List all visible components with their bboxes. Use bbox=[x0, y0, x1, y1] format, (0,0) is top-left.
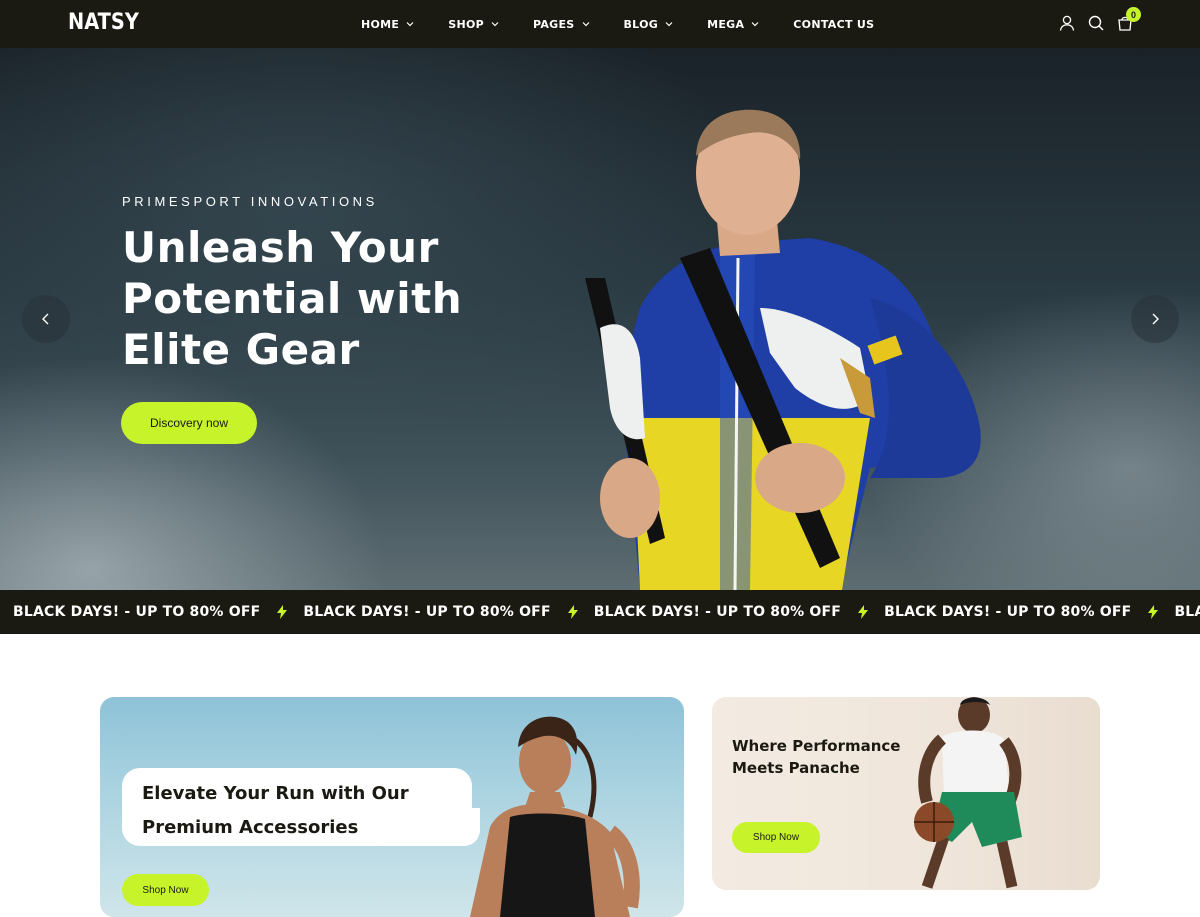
promo-ticker: BLACK DAYS! - UP TO 80% OFF BLACK DAYS! … bbox=[0, 590, 1200, 634]
nav-item-mega[interactable]: MEGA bbox=[707, 18, 760, 31]
nav-item-label: MEGA bbox=[707, 17, 745, 31]
nav-item-label: BLOG bbox=[623, 17, 659, 31]
site-header: NATSY HOME SHOP PAGES BLOG MEGA CONTACT … bbox=[0, 0, 1200, 48]
lightning-bolt-icon bbox=[277, 605, 288, 619]
chevron-right-icon bbox=[1152, 313, 1159, 325]
nav-item-pages[interactable]: PAGES bbox=[533, 18, 591, 31]
shop-now-button[interactable]: Shop Now bbox=[122, 874, 209, 906]
ticker-item: BLACK DAYS! - UP TO 80% OFF bbox=[871, 604, 1161, 620]
nav-item-home[interactable]: HOME bbox=[361, 18, 415, 31]
promo-title: Where Performance Meets Panache bbox=[732, 737, 901, 777]
nav-item-contact[interactable]: CONTACT US bbox=[793, 18, 874, 31]
nav-item-label: SHOP bbox=[448, 17, 484, 31]
site-logo[interactable]: NATSY bbox=[68, 10, 139, 35]
lightning-bolt-icon bbox=[858, 605, 869, 619]
ticker-item: BLACK DAYS! - UP TO 80% OFF bbox=[290, 604, 580, 620]
discovery-now-button[interactable]: Discovery now bbox=[121, 402, 257, 444]
nav-item-label: CONTACT US bbox=[793, 17, 875, 31]
ticker-text: BLACK DAYS! - UP TO 80% OFF bbox=[13, 604, 261, 620]
promo-card-run[interactable]: Elevate Your Run with Our Premium Access… bbox=[100, 697, 684, 917]
ticker-item: BLACK DAYS! - UP TO 80% OFF bbox=[581, 604, 871, 620]
hero-kicker: PRIMESPORT INNOVATIONS bbox=[122, 194, 378, 209]
search-icon[interactable] bbox=[1087, 14, 1105, 32]
nav-item-blog[interactable]: BLOG bbox=[624, 18, 675, 31]
chevron-down-icon bbox=[582, 22, 589, 27]
hero-slider: PRIMESPORT INNOVATIONS Unleash Your Pote… bbox=[0, 48, 1200, 590]
cart-count-badge: 0 bbox=[1126, 7, 1141, 22]
lightning-bolt-icon bbox=[567, 605, 578, 619]
main-nav: HOME SHOP PAGES BLOG MEGA CONTACT US bbox=[361, 0, 907, 48]
ticker-item: BLACK DAYS! - UP TO 80% OFF bbox=[0, 604, 290, 620]
hero-title: Unleash Your Potential with Elite Gear bbox=[122, 223, 463, 374]
nav-item-label: PAGES bbox=[532, 17, 575, 31]
ticker-text: BLACK DAYS! - UP TO 80% OFF bbox=[593, 604, 842, 620]
user-icon[interactable] bbox=[1058, 14, 1076, 32]
lightning-bolt-icon bbox=[1148, 605, 1159, 619]
ticker-text: BLACK DAYS! - UP TO 80% OFF bbox=[1174, 604, 1200, 620]
shop-now-button[interactable]: Shop Now bbox=[732, 822, 820, 853]
chevron-down-icon bbox=[491, 22, 499, 27]
chevron-down-icon bbox=[406, 22, 414, 27]
promo-card-performance[interactable]: Where Performance Meets Panache Shop Now bbox=[712, 697, 1100, 890]
ticker-item: BLACK DAYS! - UP TO 80% OFF bbox=[1161, 604, 1200, 620]
basketball-player-image bbox=[914, 697, 1022, 889]
slider-prev-button[interactable] bbox=[22, 295, 70, 343]
chevron-left-icon bbox=[42, 313, 49, 325]
slider-next-button[interactable] bbox=[1131, 295, 1179, 343]
promo-title: Elevate Your Run with Our Premium Access… bbox=[142, 783, 409, 838]
ticker-text: BLACK DAYS! - UP TO 80% OFF bbox=[303, 604, 551, 620]
cart-button[interactable]: 0 bbox=[1116, 7, 1141, 32]
nav-item-shop[interactable]: SHOP bbox=[448, 18, 500, 31]
nav-item-label: HOME bbox=[361, 17, 400, 31]
chevron-down-icon bbox=[665, 22, 673, 27]
header-actions: 0 bbox=[1058, 7, 1145, 32]
hero-athlete-image bbox=[585, 109, 981, 590]
ticker-text: BLACK DAYS! - UP TO 80% OFF bbox=[884, 604, 1132, 620]
chevron-down-icon bbox=[751, 22, 759, 27]
